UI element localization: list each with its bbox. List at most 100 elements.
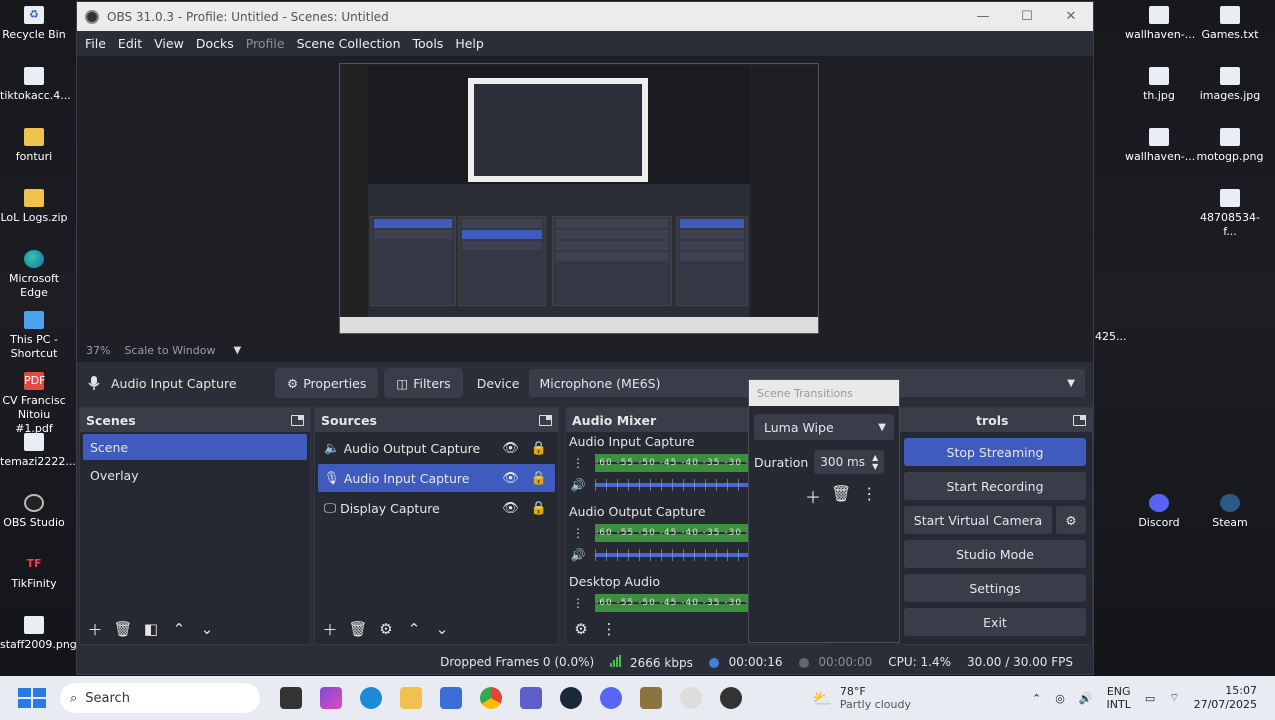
desktop-icon-file[interactable]: th.jpg	[1125, 67, 1193, 103]
discord-icon[interactable]	[600, 687, 622, 709]
stop-streaming-button[interactable]: Stop Streaming	[904, 438, 1086, 466]
studio-mode-button[interactable]: Studio Mode	[904, 540, 1086, 568]
app-icon[interactable]	[680, 687, 702, 709]
scene-transitions-title[interactable]: Scene Transitions	[749, 380, 899, 406]
more-icon[interactable]: ⋮	[861, 484, 877, 508]
desktop-icon-file[interactable]: tiktokacc.4...	[0, 67, 71, 103]
close-button[interactable]: ✕	[1049, 9, 1093, 24]
lock-icon[interactable]: 🔒	[531, 441, 547, 456]
weather-widget[interactable]: ⛅ 78°F Partly cloudy	[812, 685, 911, 711]
desktop-icon-file[interactable]: staff2009.png	[0, 616, 77, 652]
speaker-icon[interactable]: 🔊	[1079, 692, 1093, 705]
chevron-down-icon[interactable]: ⌄	[431, 618, 453, 640]
gears-icon[interactable]: ⚙	[570, 618, 592, 640]
menu-scene-collection[interactable]: Scene Collection	[291, 36, 407, 51]
menu-docks[interactable]: Docks	[190, 36, 240, 51]
desktop-icon-file[interactable]: 48708534-f...	[1196, 189, 1264, 239]
desktop-icon-folder[interactable]: fonturi	[0, 128, 68, 164]
eye-icon[interactable]: 👁	[502, 441, 519, 456]
undock-icon[interactable]	[539, 414, 552, 426]
desktop-icon-zip[interactable]: LoL Logs.zip	[0, 189, 68, 225]
desktop-icon-file[interactable]: Games.txt	[1196, 6, 1264, 42]
desktop-icon-steam[interactable]: Steam	[1196, 494, 1264, 530]
taskbar-search[interactable]: ⌕ Search	[60, 683, 260, 713]
menu-view[interactable]: View	[148, 36, 190, 51]
edge-icon[interactable]	[360, 687, 382, 709]
steam-icon[interactable]	[560, 687, 582, 709]
wifi-icon[interactable]: ⌔	[1169, 691, 1179, 705]
lock-icon[interactable]: 🔒	[531, 471, 547, 486]
exit-button[interactable]: Exit	[904, 608, 1086, 636]
lock-icon[interactable]: 🔒	[531, 501, 547, 516]
trash-icon[interactable]: 🗑	[831, 484, 851, 508]
add-icon[interactable]: ＋	[84, 618, 106, 640]
scene-item-overlay[interactable]: Overlay	[83, 462, 307, 488]
teams-icon[interactable]	[520, 687, 542, 709]
scale-mode[interactable]: Scale to Window	[124, 344, 215, 357]
more-icon[interactable]: ⋮	[569, 526, 587, 540]
desktop-icon-obs[interactable]: OBS Studio	[0, 494, 68, 530]
desktop-icon-file[interactable]: images.jpg	[1196, 67, 1264, 103]
desktop-icon-pdf[interactable]: PDF CV Francisc Nitoiu #1.pdf	[0, 372, 68, 436]
clock[interactable]: 15:07 27/07/2025	[1194, 684, 1257, 712]
chevron-up-icon[interactable]: ⌃	[403, 618, 425, 640]
desktop-icon-file[interactable]: wallhaven-...	[1125, 6, 1195, 42]
more-icon[interactable]: ⋮	[569, 456, 587, 470]
source-item-audio-input[interactable]: 🎙 Audio Input Capture 👁 🔒	[318, 464, 555, 492]
league-icon[interactable]	[640, 687, 662, 709]
trash-icon[interactable]: 🗑	[112, 618, 134, 640]
speaker-icon[interactable]: 🔊	[569, 478, 587, 492]
duration-input[interactable]: 300 ms ▲ ▼	[814, 450, 885, 474]
language-indicator[interactable]: ENG INTL	[1107, 685, 1131, 711]
desktop-icon-tikfinity[interactable]: TF TikFinity	[0, 555, 68, 591]
file-explorer-icon[interactable]	[400, 687, 422, 709]
chevron-down-icon[interactable]: ⌄	[196, 618, 218, 640]
add-icon[interactable]: ＋	[319, 618, 341, 640]
trash-icon[interactable]: 🗑	[347, 618, 369, 640]
chevron-up-icon[interactable]: ⌃	[168, 618, 190, 640]
menu-file[interactable]: File	[79, 36, 112, 51]
menu-help[interactable]: Help	[449, 36, 490, 51]
preview-canvas[interactable]	[339, 63, 819, 334]
desktop-icon-this-pc[interactable]: This PC - Shortcut	[0, 311, 68, 361]
chevron-up-icon[interactable]: ⌃	[1032, 692, 1041, 705]
start-recording-button[interactable]: Start Recording	[904, 472, 1086, 500]
obs-icon[interactable]	[720, 687, 742, 709]
add-icon[interactable]: ＋	[805, 484, 821, 508]
menu-tools[interactable]: Tools	[407, 36, 450, 51]
transition-select[interactable]: Luma Wipe ▼	[754, 414, 894, 440]
start-button[interactable]	[18, 688, 46, 708]
spinner-icon[interactable]: ▲ ▼	[872, 453, 878, 471]
chevron-down-icon[interactable]: ▼	[233, 345, 241, 356]
desktop-icon-file[interactable]: wallhaven-...	[1125, 128, 1195, 164]
eye-icon[interactable]: 👁	[502, 501, 519, 516]
monitor-icon[interactable]: ▭	[1145, 692, 1155, 705]
start-virtual-camera-button[interactable]: Start Virtual Camera	[904, 506, 1052, 534]
store-icon[interactable]	[440, 687, 462, 709]
chrome-icon[interactable]	[480, 687, 502, 709]
source-item-display[interactable]: 🖵 Display Capture 👁 🔒	[318, 494, 555, 522]
gear-icon[interactable]: ⚙	[375, 618, 397, 640]
filters-button[interactable]: ◫ Filters	[384, 368, 463, 398]
menu-edit[interactable]: Edit	[112, 36, 148, 51]
speaker-icon[interactable]: 🔊	[569, 548, 587, 562]
desktop-icon-discord[interactable]: Discord	[1125, 494, 1193, 530]
desktop-icon-file[interactable]: temazi2222...	[0, 433, 76, 469]
minimize-button[interactable]: —	[961, 9, 1005, 24]
copilot-icon[interactable]	[320, 687, 342, 709]
source-item-audio-output[interactable]: 🔈 Audio Output Capture 👁 🔒	[318, 434, 555, 462]
undock-icon[interactable]	[291, 414, 304, 426]
more-icon[interactable]: ⋮	[598, 618, 620, 640]
desktop-icon-edge[interactable]: Microsoft Edge	[0, 250, 68, 300]
undock-icon[interactable]	[1073, 414, 1086, 426]
task-view-icon[interactable]	[280, 687, 302, 709]
properties-button[interactable]: ⚙ Properties	[275, 368, 379, 398]
network-icon[interactable]: ◎	[1055, 692, 1065, 705]
menu-profile[interactable]: Profile	[240, 36, 291, 51]
settings-button[interactable]: Settings	[904, 574, 1086, 602]
desktop-icon-recycle-bin[interactable]: ♻ Recycle Bin	[0, 6, 68, 42]
gear-icon[interactable]: ⚙	[1056, 506, 1086, 534]
filter-icon[interactable]: ◧	[140, 618, 162, 640]
more-icon[interactable]: ⋮	[569, 596, 587, 610]
eye-icon[interactable]: 👁	[502, 471, 519, 486]
